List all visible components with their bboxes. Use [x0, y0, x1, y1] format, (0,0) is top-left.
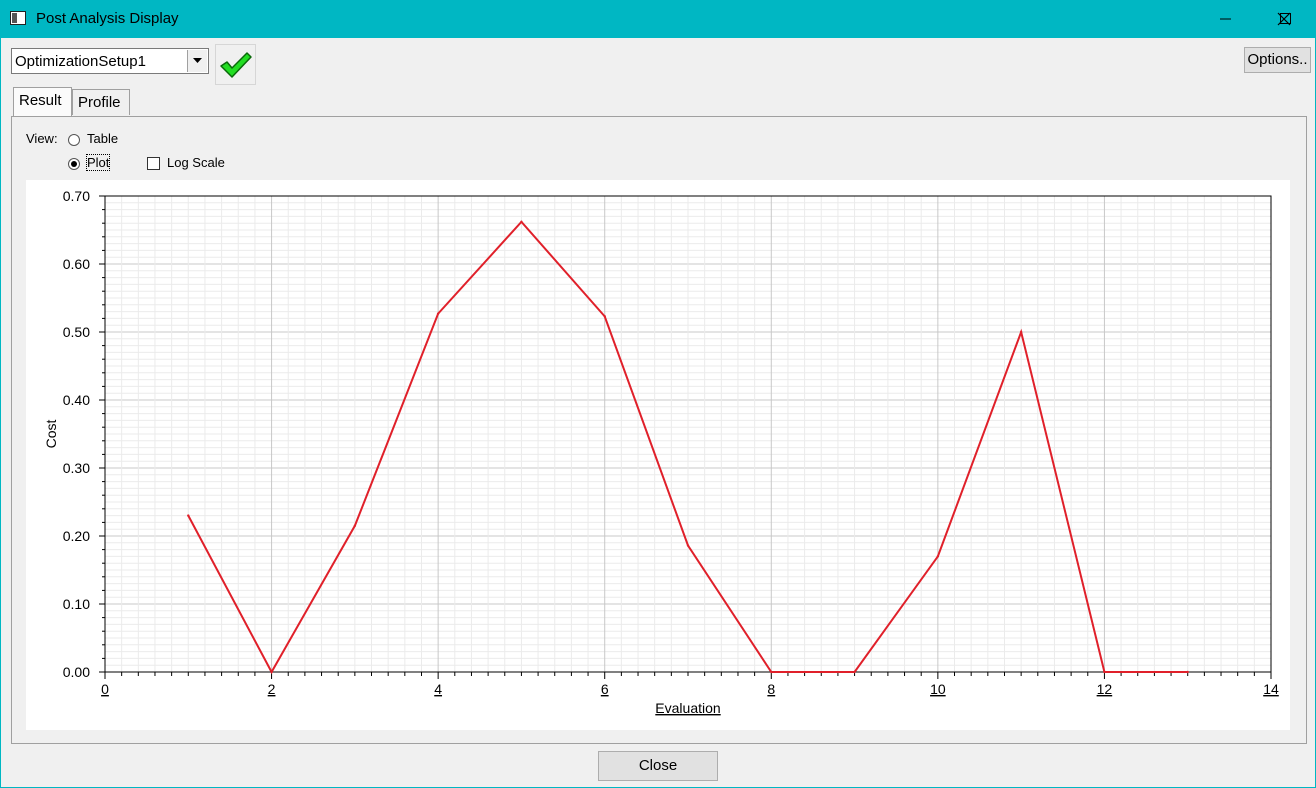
y-tick-label: 0.30 — [63, 460, 90, 476]
y-tick-label: 0.50 — [63, 324, 90, 340]
y-tick-label: 0.10 — [63, 596, 90, 612]
data-point — [853, 670, 856, 674]
tab-result[interactable]: Result — [13, 87, 72, 117]
close-button[interactable]: Close — [598, 751, 718, 781]
y-tick-label: 0.70 — [63, 188, 90, 204]
log-scale-checkbox[interactable] — [147, 157, 160, 170]
y-axis-label: Cost — [43, 420, 59, 449]
window-title: Post Analysis Display — [36, 10, 179, 27]
data-point — [1019, 330, 1023, 334]
result-panel: View: Table Plot Log Scale 0 2 4 6 8 10 12 14 0.… — [11, 116, 1307, 744]
data-point — [520, 220, 523, 224]
data-point — [270, 670, 273, 674]
data-point — [187, 514, 190, 517]
y-tick-label: 0.20 — [63, 528, 90, 544]
log-scale-label: Log Scale — [167, 155, 225, 170]
x-tick-label: 14 — [1263, 681, 1279, 697]
x-tick-label: 12 — [1097, 681, 1113, 697]
dialog-client: OptimizationSetup1 Options.. Result Prof… — [1, 38, 1315, 787]
table-radio-label: Table — [87, 131, 119, 146]
setup-dropdown-value: OptimizationSetup1 — [15, 53, 146, 70]
x-tick-label: 6 — [601, 681, 609, 697]
minimize-button[interactable] — [1196, 0, 1256, 38]
x-tick-label: 0 — [101, 681, 109, 697]
apply-button[interactable] — [215, 44, 256, 85]
data-point — [1103, 670, 1106, 674]
title-bar: Post Analysis Display — [0, 0, 1316, 38]
x-tick-label: 2 — [268, 681, 276, 697]
tab-profile[interactable]: Profile — [72, 89, 130, 115]
x-tick-label: 8 — [767, 681, 775, 697]
plot-radio-label: Plot — [85, 154, 111, 171]
x-tick-label: 4 — [434, 681, 442, 697]
data-point — [686, 544, 690, 547]
chevron-down-icon[interactable] — [187, 50, 207, 72]
table-radio[interactable] — [68, 134, 80, 146]
data-point — [353, 524, 357, 527]
options-button[interactable]: Options.. — [1244, 47, 1311, 73]
data-point — [436, 312, 440, 315]
data-point — [1186, 670, 1189, 674]
plot-radio[interactable] — [68, 158, 80, 170]
y-tick-label: 0.40 — [63, 392, 90, 408]
y-tick-label: 0.60 — [63, 256, 90, 272]
y-tick-label: 0.00 — [63, 664, 90, 680]
plot-area: 0 2 4 6 8 10 12 14 0.00 0.10 0.20 0.30 0.40 0.50 0.60 0… — [26, 180, 1290, 730]
cost-chart: 0 2 4 6 8 10 12 14 0.00 0.10 0.20 0.30 0.40 0.50 0.60 0… — [43, 188, 1279, 716]
view-label: View: — [26, 131, 58, 146]
checkmark-icon — [219, 51, 252, 78]
setup-dropdown[interactable]: OptimizationSetup1 — [11, 48, 209, 74]
data-point — [603, 315, 606, 318]
data-point — [770, 670, 773, 674]
x-axis-label: Evaluation — [655, 700, 720, 716]
app-window-icon — [10, 11, 26, 25]
data-point — [936, 555, 940, 558]
close-icon — [1277, 12, 1291, 26]
minimize-icon — [1220, 18, 1231, 20]
close-window-button[interactable] — [1254, 0, 1314, 38]
x-tick-label: 10 — [930, 681, 946, 697]
